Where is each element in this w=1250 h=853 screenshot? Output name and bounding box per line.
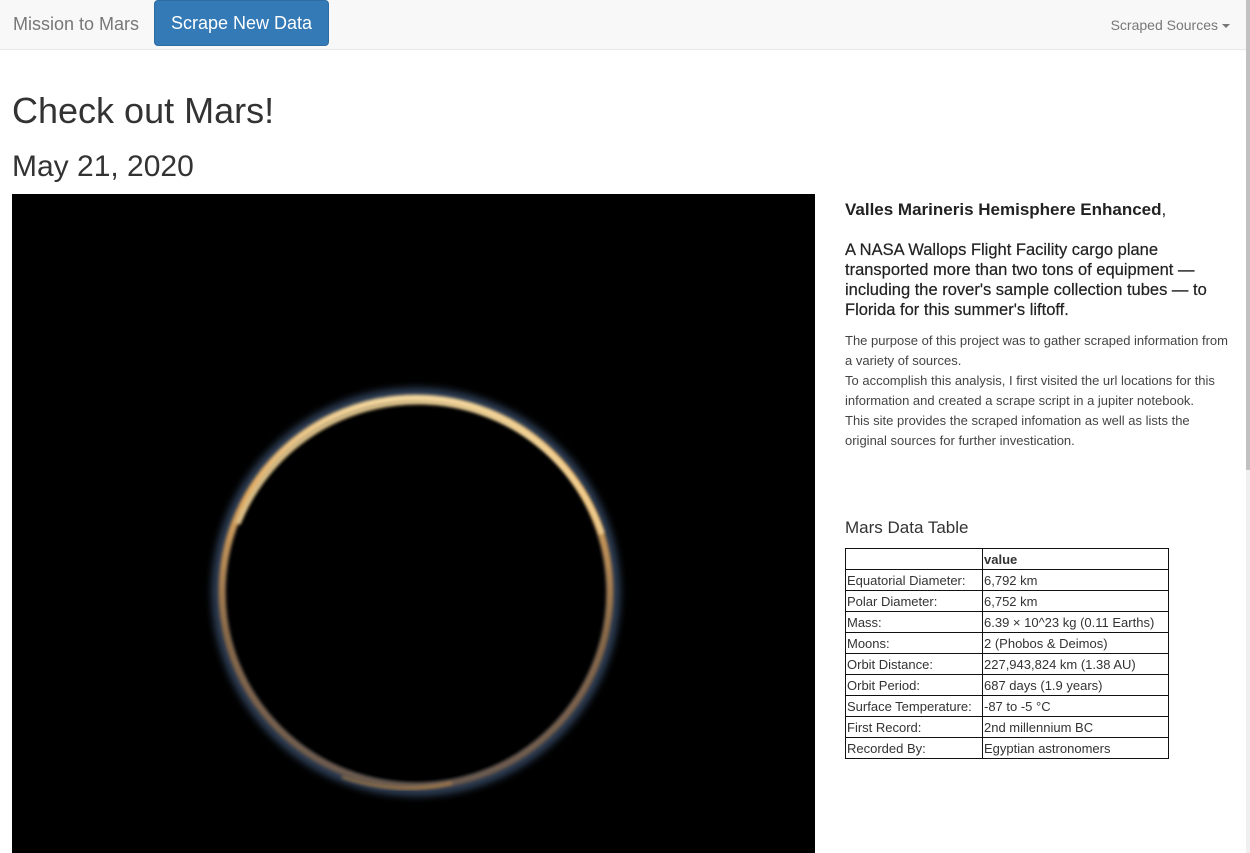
table-cell-key: Orbit Period: (845, 674, 983, 696)
scrape-new-data-button[interactable]: Scrape New Data (154, 0, 329, 46)
table-row: First Record: 2nd millennium BC (845, 716, 1169, 738)
news-title: Valles Marineris Hemisphere Enhanced, (845, 200, 1230, 220)
table-header-key (845, 548, 983, 570)
featured-mars-image (12, 194, 815, 853)
table-row: Surface Temperature: -87 to -5 °C (845, 695, 1169, 717)
table-row: Polar Diameter: 6,752 km (845, 590, 1169, 612)
planet-ring-image (12, 194, 815, 853)
news-title-suffix: , (1161, 200, 1167, 219)
table-row: Equatorial Diameter: 6,792 km (845, 569, 1169, 591)
navbar: Mission to Mars Scrape New Data Scraped … (0, 0, 1246, 50)
description-line: To accomplish this analysis, I first vis… (845, 373, 1215, 408)
description-line: This site provides the scraped infomatio… (845, 413, 1190, 448)
table-header-value: value (982, 548, 1169, 570)
table-header-row: value (845, 548, 1169, 570)
scraped-sources-label: Scraped Sources (1110, 17, 1218, 33)
table-row: Orbit Distance: 227,943,824 km (1.38 AU) (845, 653, 1169, 675)
table-cell-key: Surface Temperature: (845, 695, 983, 717)
scrollbar-thumb[interactable] (1246, 0, 1250, 470)
table-cell-key: Polar Diameter: (845, 590, 983, 612)
table-row: Moons: 2 (Phobos & Deimos) (845, 632, 1169, 654)
table-cell-value: 687 days (1.9 years) (982, 674, 1169, 696)
scrollbar-track[interactable] (1246, 0, 1250, 853)
caret-down-icon (1222, 24, 1230, 29)
page-date: May 21, 2020 (12, 150, 194, 183)
scraped-sources-dropdown[interactable]: Scraped Sources (1111, 17, 1230, 33)
brand-link[interactable]: Mission to Mars (13, 14, 139, 35)
news-title-text: Valles Marineris Hemisphere Enhanced (845, 200, 1162, 219)
table-cell-key: Recorded By: (845, 737, 983, 759)
table-title: Mars Data Table (845, 518, 969, 537)
table-cell-value: Egyptian astronomers (982, 737, 1169, 759)
table-cell-key: Moons: (845, 632, 983, 654)
description-line: The purpose of this project was to gathe… (845, 333, 1228, 368)
table-cell-value: 2nd millennium BC (982, 716, 1169, 738)
table-row: Mass: 6.39 × 10^23 kg (0.11 Earths) (845, 611, 1169, 633)
table-cell-key: First Record: (845, 716, 983, 738)
news-paragraph: A NASA Wallops Flight Facility cargo pla… (845, 241, 1207, 319)
table-cell-value: 6,752 km (982, 590, 1169, 612)
table-cell-key: Orbit Distance: (845, 653, 983, 675)
project-description: The purpose of this project was to gathe… (845, 331, 1230, 451)
mars-data-table: value Equatorial Diameter: 6,792 km Polar… (845, 548, 1169, 759)
table-row: Orbit Period: 687 days (1.9 years) (845, 674, 1169, 696)
table-cell-value: 2 (Phobos & Deimos) (982, 632, 1169, 654)
table-cell-value: 6,792 km (982, 569, 1169, 591)
table-cell-value: 227,943,824 km (1.38 AU) (982, 653, 1169, 675)
table-cell-key: Mass: (845, 611, 983, 633)
table-cell-value: 6.39 × 10^23 kg (0.11 Earths) (982, 611, 1169, 633)
table-row: Recorded By: Egyptian astronomers (845, 737, 1169, 759)
news-section: Valles Marineris Hemisphere Enhanced, A … (845, 200, 1230, 451)
page-title: Check out Mars! (12, 90, 275, 131)
table-cell-value: -87 to -5 °C (982, 695, 1169, 717)
table-cell-key: Equatorial Diameter: (845, 569, 983, 591)
